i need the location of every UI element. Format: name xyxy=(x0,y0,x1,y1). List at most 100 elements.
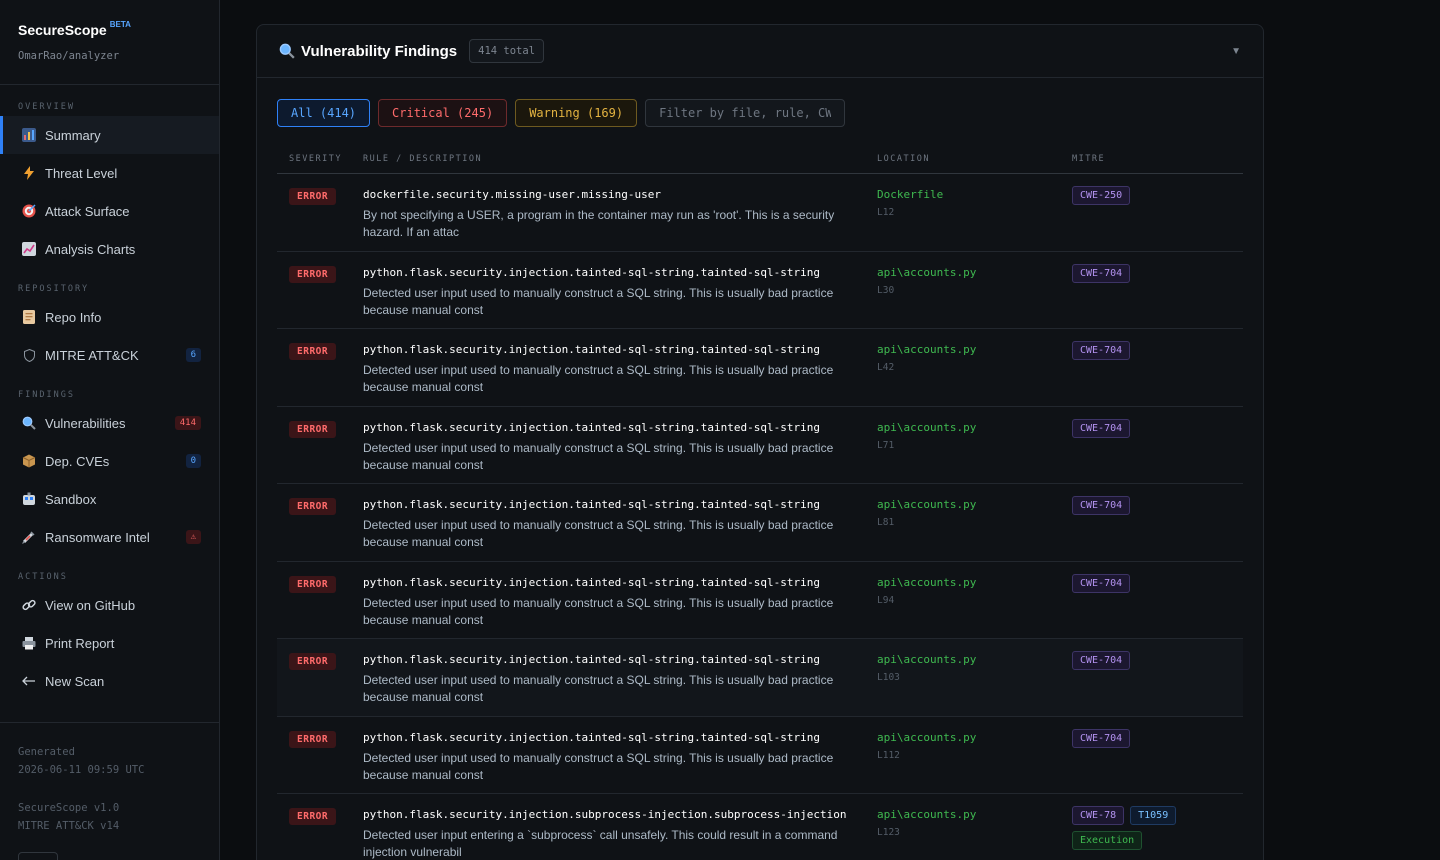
table-row[interactable]: ERROR dockerfile.security.missing-user.m… xyxy=(277,174,1243,252)
table-row[interactable]: ERROR python.flask.security.injection.ta… xyxy=(277,329,1243,407)
beta-badge: BETA xyxy=(109,20,131,29)
sidebar-item-ransomware-intel[interactable]: Ransomware Intel ⚠ xyxy=(0,518,219,556)
location-file[interactable]: api\accounts.py xyxy=(877,343,1072,356)
severity-badge: ERROR xyxy=(289,498,337,515)
tactic-tag[interactable]: Execution xyxy=(1072,831,1143,850)
rule-description: Detected user input used to manually con… xyxy=(363,363,834,394)
sidebar-item-vulnerabilities[interactable]: Vulnerabilities 414 xyxy=(0,404,219,442)
cwe-tag[interactable]: CWE-250 xyxy=(1072,186,1131,205)
findings-table: SEVERITY RULE / DESCRIPTION LOCATION MIT… xyxy=(277,145,1243,860)
cwe-tag[interactable]: CWE-704 xyxy=(1072,651,1131,670)
arrow-left-icon xyxy=(22,674,36,688)
sidebar-item-view-on-github[interactable]: View on GitHub xyxy=(0,586,219,624)
vulnerability-findings-panel: Vulnerability Findings 414 total ▼ All (… xyxy=(256,24,1264,860)
sidebar-item-print-report[interactable]: Print Report xyxy=(0,624,219,662)
filter-all-button[interactable]: All (414) xyxy=(277,99,371,127)
column-header-mitre[interactable]: MITRE xyxy=(1072,154,1243,164)
cwe-tag[interactable]: CWE-704 xyxy=(1072,418,1131,438)
location-file[interactable]: Dockerfile xyxy=(877,188,1072,201)
location-file[interactable]: api\accounts.py xyxy=(877,808,1072,821)
rule-description: Detected user input used to manually con… xyxy=(363,440,834,472)
rule-id: python.flask.security.injection.tainted-… xyxy=(363,575,820,589)
sidebar-item-label: Dep. CVEs xyxy=(45,453,110,469)
location-line: L12 xyxy=(877,207,895,218)
brand-title[interactable]: SecureScope BETA xyxy=(18,20,201,40)
link-icon xyxy=(22,598,36,612)
cwe-tag[interactable]: CWE-704 xyxy=(1072,728,1131,748)
severity-badge: ERROR xyxy=(289,653,337,670)
location-line: L103 xyxy=(877,672,900,683)
location-file[interactable]: api\accounts.py xyxy=(877,653,1072,666)
cwe-tag[interactable]: CWE-704 xyxy=(1072,496,1131,515)
severity-badge: ERROR xyxy=(289,808,337,825)
location-file[interactable]: api\accounts.py xyxy=(877,266,1072,279)
section-label-actions: ACTIONS xyxy=(18,572,68,582)
table-row[interactable]: ERROR python.flask.security.injection.ta… xyxy=(277,407,1243,484)
cwe-tag[interactable]: CWE-704 xyxy=(1072,263,1131,283)
mitre-version: MITRE ATT&CK v14 xyxy=(18,820,120,832)
ransomware-warning-badge: ⚠ xyxy=(185,530,201,544)
rule-id: python.flask.security.injection.subproce… xyxy=(363,808,847,821)
panel-header[interactable]: Vulnerability Findings 414 total ▼ xyxy=(257,25,1263,78)
location-file[interactable]: api\accounts.py xyxy=(877,731,1072,744)
lightning-icon xyxy=(22,166,36,180)
vulnerabilities-count-badge: 414 xyxy=(174,416,201,430)
package-icon xyxy=(22,454,36,468)
rule-description: Detected user input used to manually con… xyxy=(363,673,834,704)
printer-icon xyxy=(22,636,36,650)
document-icon xyxy=(22,310,36,324)
sidebar-item-attack-surface[interactable]: Attack Surface xyxy=(0,192,219,230)
sidebar-item-label: MITRE ATT&CK xyxy=(45,347,139,363)
table-row[interactable]: ERROR python.flask.security.injection.ta… xyxy=(277,717,1243,794)
section-label-findings: FINDINGS xyxy=(18,390,75,400)
column-header-location[interactable]: LOCATION xyxy=(877,154,1072,164)
sidebar-item-sandbox[interactable]: Sandbox xyxy=(0,480,219,518)
column-header-severity[interactable]: SEVERITY xyxy=(277,154,363,164)
location-line: L123 xyxy=(877,827,900,838)
location-file[interactable]: api\accounts.py xyxy=(877,498,1072,511)
table-row[interactable]: ERROR python.flask.security.injection.ta… xyxy=(277,252,1243,329)
filter-critical-button[interactable]: Critical (245) xyxy=(378,99,508,127)
sidebar-item-summary[interactable]: Summary xyxy=(0,116,219,154)
sidebar-item-label: View on GitHub xyxy=(45,597,136,613)
location-line: L112 xyxy=(877,749,900,761)
rule-description: Detected user input used to manually con… xyxy=(363,595,834,627)
sidebar-item-analysis-charts[interactable]: Analysis Charts xyxy=(0,230,219,268)
rule-id: python.flask.security.injection.tainted-… xyxy=(363,653,820,666)
sidebar-item-label: Attack Surface xyxy=(45,203,130,219)
technique-tag[interactable]: T1059 xyxy=(1130,806,1177,825)
table-row[interactable]: ERROR python.flask.security.injection.su… xyxy=(277,794,1243,860)
sidebar-item-repo-info[interactable]: Repo Info xyxy=(0,298,219,336)
location-file[interactable]: api\accounts.py xyxy=(877,576,1072,589)
table-row[interactable]: ERROR python.flask.security.injection.ta… xyxy=(277,484,1243,562)
sidebar-item-label: New Scan xyxy=(45,673,105,689)
brand: SecureScope BETA OmarRao/analyzer xyxy=(0,0,219,85)
severity-badge: ERROR xyxy=(289,730,337,748)
rule-id: python.flask.security.injection.tainted-… xyxy=(363,265,820,279)
column-header-rule[interactable]: RULE / DESCRIPTION xyxy=(363,154,877,164)
table-row[interactable]: ERROR python.flask.security.injection.ta… xyxy=(277,639,1243,717)
sidebar-item-dep-cves[interactable]: Dep. CVEs 0 xyxy=(0,442,219,480)
rule-id: python.flask.security.injection.tainted-… xyxy=(363,498,820,511)
rule-description: Detected user input used to manually con… xyxy=(363,285,834,317)
chevron-down-icon[interactable]: ▼ xyxy=(1231,46,1241,57)
sidebar-item-label: Sandbox xyxy=(45,491,97,507)
cwe-tag[interactable]: CWE-78 xyxy=(1072,806,1125,825)
sidebar-item-new-scan[interactable]: New Scan xyxy=(0,662,219,700)
location-file[interactable]: api\accounts.py xyxy=(877,421,1072,434)
section-label-repository: REPOSITORY xyxy=(18,284,90,294)
sidebar-item-threat-level[interactable]: Threat Level xyxy=(0,154,219,192)
cwe-tag[interactable]: CWE-704 xyxy=(1072,573,1131,593)
severity-badge: ERROR xyxy=(289,265,337,283)
filter-search-input[interactable] xyxy=(645,99,846,127)
cwe-tag[interactable]: CWE-704 xyxy=(1072,341,1131,360)
rule-description: By not specifying a USER, a program in t… xyxy=(363,208,835,239)
location-line: L81 xyxy=(877,517,895,528)
table-row[interactable]: ERROR python.flask.security.injection.ta… xyxy=(277,562,1243,639)
filter-warning-button[interactable]: Warning (169) xyxy=(515,99,638,127)
sidebar-item-mitre[interactable]: MITRE ATT&CK 6 xyxy=(0,336,219,374)
panel-title: Vulnerability Findings xyxy=(301,42,458,60)
cves-count-badge: 0 xyxy=(185,454,201,468)
rule-id: python.flask.security.injection.tainted-… xyxy=(363,730,820,744)
sidebar-footer-button[interactable] xyxy=(18,852,58,860)
